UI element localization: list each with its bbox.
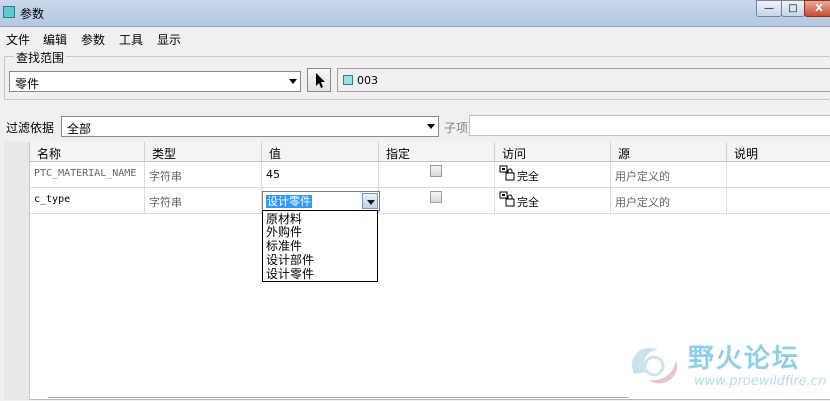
watermark-logo-icon [631, 347, 678, 384]
column-header-access[interactable]: 访问 [495, 142, 611, 162]
value-dropdown-button[interactable] [362, 193, 378, 209]
scope-group-label: 查找范围 [14, 49, 67, 66]
close-button[interactable]: X [804, 0, 830, 17]
scope-type-select[interactable]: 零件 [9, 71, 301, 92]
menu-parameters[interactable]: 参数 [81, 31, 105, 48]
minimize-button[interactable]: — [756, 0, 782, 17]
dropdown-option[interactable]: 外购件 [266, 226, 302, 239]
menu-file[interactable]: 文件 [6, 31, 30, 48]
part-cube-icon [343, 75, 353, 85]
window-controls: — □ X [756, 0, 830, 18]
maximize-icon: □ [788, 3, 798, 14]
row1-designate-cell [379, 162, 495, 188]
watermark: 野火论坛 www.proewildfire.cn [624, 332, 830, 400]
menu-display[interactable]: 显示 [157, 31, 181, 48]
window-title: 参数 [20, 7, 45, 21]
title-bar [0, 0, 830, 27]
dropdown-option[interactable]: 设计零件 [266, 268, 314, 281]
menu-tools[interactable]: 工具 [119, 31, 143, 48]
close-icon: X [815, 3, 823, 14]
value-edit-selected: 设计零件 [266, 195, 312, 208]
chevron-down-icon [427, 124, 435, 129]
row2-name[interactable]: c_type [30, 188, 145, 214]
value-dropdown-list: 原材料 外购件 标准件 设计部件 设计零件 [262, 210, 378, 282]
parameter-app-icon [3, 6, 15, 18]
row1-access-cell[interactable]: 完全 [495, 162, 611, 188]
row2-designate-checkbox[interactable] [430, 191, 442, 203]
value-edit-combo[interactable]: 设计零件 [262, 191, 380, 211]
row1-source[interactable]: 用户定义的 [611, 162, 727, 188]
filter-value: 全部 [67, 122, 92, 136]
menu-edit[interactable]: 编辑 [43, 31, 67, 48]
lock-icon [499, 165, 515, 181]
lock-icon [499, 191, 515, 207]
minimize-icon: — [764, 3, 774, 14]
row1-designate-checkbox[interactable] [430, 165, 442, 177]
row1-access: 完全 [517, 170, 539, 183]
dropdown-option[interactable]: 设计部件 [266, 254, 314, 267]
model-field: 003 [337, 68, 830, 92]
sub-item-field[interactable] [469, 115, 830, 136]
column-header-type[interactable]: 类型 [145, 142, 262, 162]
maximize-button[interactable]: □ [781, 0, 805, 17]
model-name: 003 [357, 74, 378, 87]
sub-item-label: 子项 [444, 121, 469, 135]
watermark-title: 野火论坛 [688, 344, 801, 374]
column-header-name[interactable]: 名称 [30, 142, 145, 162]
row1-description[interactable] [727, 162, 830, 188]
row2-type[interactable]: 字符串 [145, 188, 262, 214]
row1-name[interactable]: PTC_MATERIAL_NAME [30, 162, 145, 188]
filter-label: 过滤依据 [6, 121, 55, 135]
filter-select[interactable]: 全部 [61, 116, 439, 137]
column-header-value[interactable]: 值 [262, 142, 379, 162]
column-header-designate[interactable]: 指定 [379, 142, 495, 162]
column-header-source[interactable]: 源 [611, 142, 727, 162]
select-model-button[interactable] [307, 68, 331, 92]
row1-value[interactable]: 45 [262, 162, 379, 188]
row2-source[interactable]: 用户定义的 [611, 188, 727, 214]
row2-description[interactable] [727, 188, 830, 214]
row2-access: 完全 [517, 196, 539, 209]
horizontal-scrollbar[interactable] [48, 397, 628, 401]
arrow-pointer-icon [316, 73, 325, 88]
row2-designate-cell [379, 188, 495, 214]
dropdown-option[interactable]: 标准件 [266, 240, 302, 253]
row2-access-cell[interactable]: 完全 [495, 188, 611, 214]
chevron-down-icon [289, 79, 297, 84]
row-header-column [4, 142, 30, 400]
chevron-down-icon [367, 200, 375, 205]
watermark-url: www.proewildfire.cn [694, 374, 827, 389]
menu-bar: 文件 编辑 参数 工具 显示 [0, 28, 830, 48]
row1-type[interactable]: 字符串 [145, 162, 262, 188]
scope-type-value: 零件 [15, 77, 40, 91]
column-header-description[interactable]: 说明 [727, 142, 830, 162]
